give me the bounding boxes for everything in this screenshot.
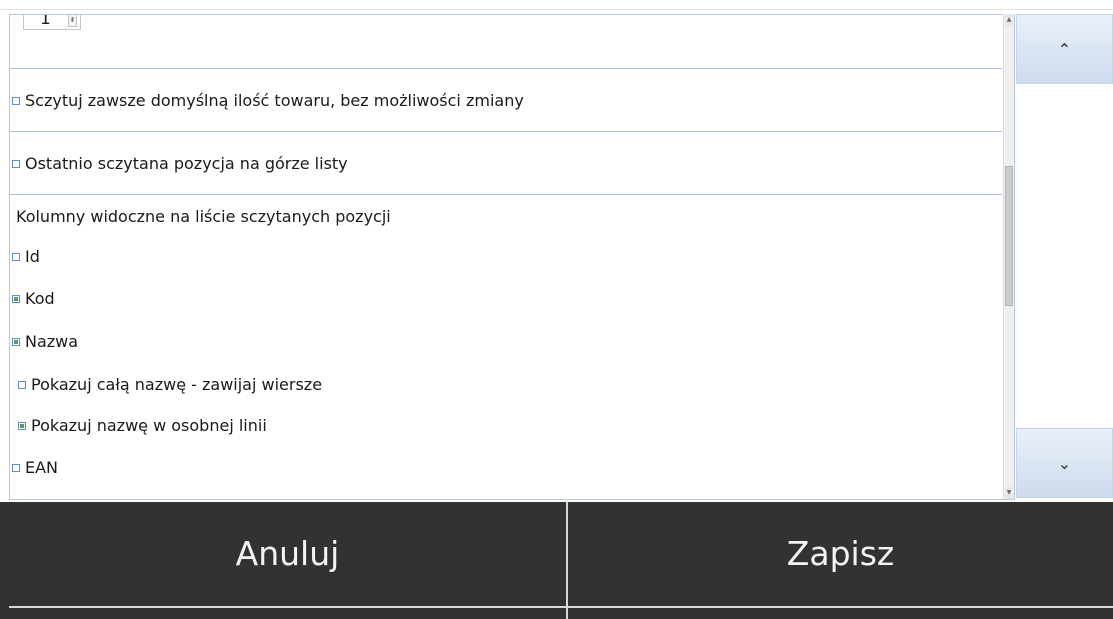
column-item-name-separate-line[interactable]: Pokazuj nazwę w osobnej linii [18, 416, 267, 435]
column-label: EAN [25, 458, 59, 477]
quantity-value: 1 [40, 14, 51, 29]
scroll-up-button[interactable]: ⌃ [1016, 14, 1113, 84]
scroll-down-small-icon[interactable]: ▼ [1005, 487, 1013, 499]
save-button[interactable]: Zapisz [568, 502, 1113, 604]
column-label: Id [25, 247, 40, 266]
option-default-quantity[interactable]: Sczytuj zawsze domyślną ilość towaru, be… [12, 91, 524, 110]
option-label: Sczytuj zawsze domyślną ilość towaru, be… [25, 91, 524, 110]
option-section-default-quantity: Sczytuj zawsze domyślną ilość towaru, be… [10, 69, 1002, 132]
stepper-arrows-icon[interactable]: ⬍ [68, 15, 77, 27]
scrollbar-thumb[interactable] [1005, 166, 1013, 306]
checkbox-kod[interactable] [12, 294, 20, 303]
option-label: Ostatnio sczytana pozycja na górze listy [25, 154, 348, 173]
column-label: Nazwa [25, 332, 79, 351]
option-last-on-top[interactable]: Ostatnio sczytana pozycja na górze listy [12, 154, 348, 173]
chevron-up-icon: ⌃ [1057, 39, 1072, 59]
footer-separator-line [9, 606, 1113, 608]
cancel-button[interactable]: Anuluj [9, 502, 566, 604]
quantity-section: 1 ⬍ [10, 15, 1002, 69]
checkbox-id[interactable] [12, 252, 20, 261]
settings-panel: 1 ⬍ Sczytuj zawsze domyślną ilość towaru… [9, 14, 1015, 500]
column-item-ean[interactable]: EAN [12, 458, 58, 477]
top-strip [0, 0, 1113, 10]
checkbox-ean[interactable] [12, 463, 20, 472]
checkbox-wrap-name[interactable] [18, 380, 26, 389]
scroll-up-small-icon[interactable]: ▲ [1005, 14, 1013, 26]
columns-title: Kolumny widoczne na liście sczytanych po… [16, 207, 391, 226]
option-section-last-on-top: Ostatnio sczytana pozycja na górze listy [10, 132, 1002, 195]
column-item-wrap-name[interactable]: Pokazuj całą nazwę - zawijaj wiersze [18, 375, 322, 394]
column-label: Pokazuj nazwę w osobnej linii [31, 416, 267, 435]
column-label: Pokazuj całą nazwę - zawijaj wiersze [31, 375, 323, 394]
column-item-id[interactable]: Id [12, 247, 40, 266]
column-item-kod[interactable]: Kod [12, 289, 55, 308]
columns-section: Kolumny widoczne na liście sczytanych po… [10, 195, 1002, 499]
checkbox-default-quantity[interactable] [12, 96, 20, 105]
checkbox-last-on-top[interactable] [12, 159, 20, 168]
column-item-nazwa[interactable]: Nazwa [12, 332, 78, 351]
checkbox-name-separate-line[interactable] [18, 421, 26, 430]
vertical-scrollbar[interactable]: ▲ ▼ [1003, 14, 1014, 499]
checkbox-nazwa[interactable] [12, 337, 20, 346]
chevron-down-icon: ⌄ [1057, 453, 1072, 473]
scroll-down-button[interactable]: ⌄ [1016, 428, 1113, 498]
column-label: Kod [25, 289, 55, 308]
footer-bar: Anuluj Zapisz [0, 502, 1113, 619]
quantity-stepper[interactable]: 1 ⬍ [23, 14, 81, 30]
